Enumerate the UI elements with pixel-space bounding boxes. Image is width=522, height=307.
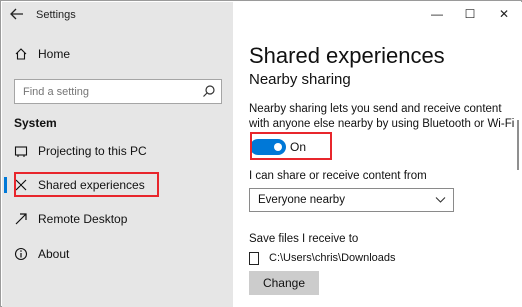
close-button[interactable]: ✕ [489, 6, 519, 22]
info-icon [14, 247, 28, 261]
change-button[interactable]: Change [249, 271, 319, 295]
remote-desktop-icon [15, 213, 27, 225]
nav-home-label: Home [38, 47, 71, 61]
dropdown-value: Everyone nearby [258, 194, 345, 206]
nearby-sharing-description: Nearby sharing lets you send and receive… [249, 103, 515, 130]
sidebar-item-label: Remote Desktop [38, 212, 128, 226]
app-title: Settings [36, 9, 76, 21]
search-box[interactable] [14, 79, 222, 104]
sidebar-item-label: Projecting to this PC [38, 144, 147, 158]
sidebar-item-projecting[interactable]: Projecting to this PC [2, 139, 233, 163]
title-bar: Settings [2, 2, 233, 30]
file-icon [249, 252, 259, 265]
sidebar-item-about[interactable]: About [2, 242, 233, 266]
scrollbar[interactable] [517, 120, 519, 170]
maximize-button[interactable]: ☐ [455, 6, 485, 22]
section-subtitle: Nearby sharing [249, 71, 351, 88]
share-from-label: I can share or receive content from [249, 170, 427, 182]
sidebar-item-remote-desktop[interactable]: Remote Desktop [2, 207, 233, 231]
home-icon [15, 48, 27, 60]
save-files-label: Save files I receive to [249, 233, 359, 245]
nav-home[interactable]: Home [2, 45, 233, 67]
sidebar: Settings Home System Projecting to this … [2, 2, 233, 307]
chevron-down-icon [435, 197, 446, 203]
share-from-dropdown[interactable]: Everyone nearby [249, 188, 454, 212]
arrow-left-icon [10, 8, 23, 20]
search-icon[interactable] [202, 84, 216, 98]
search-input[interactable] [23, 84, 193, 99]
save-path: C:\Users\chris\Downloads [269, 252, 396, 264]
page-title: Shared experiences [249, 43, 445, 68]
minimize-button[interactable]: — [422, 6, 452, 22]
toggle-state-label: On [290, 140, 307, 154]
shared-experiences-icon [15, 179, 27, 191]
toggle-knob [274, 143, 282, 151]
projector-icon [14, 146, 28, 157]
nearby-sharing-toggle[interactable] [250, 139, 286, 155]
sidebar-item-label: Shared experiences [38, 178, 145, 192]
back-button[interactable] [8, 7, 26, 23]
section-title-system: System [14, 116, 57, 130]
selected-indicator [4, 177, 7, 193]
main-panel: — ☐ ✕ Shared experiences Nearby sharing … [233, 2, 522, 307]
settings-window: Settings Home System Projecting to this … [0, 0, 522, 307]
sidebar-item-shared-experiences[interactable]: Shared experiences [2, 173, 233, 197]
sidebar-item-label: About [38, 247, 70, 261]
